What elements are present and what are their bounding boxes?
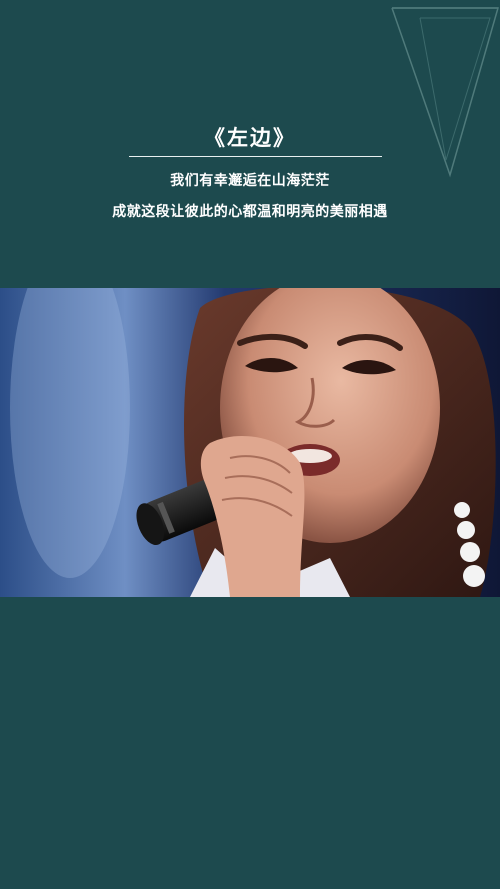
lyrics-header: 《左边》 我们有幸邂逅在山海茫茫 成就这段让彼此的心都温和明亮的美丽相遇 [0,0,500,288]
singer-video-still [0,288,500,597]
lyric-line: 成就这段让彼此的心都温和明亮的美丽相遇 [112,204,388,220]
song-title: 《左边》 [204,126,296,150]
lyric-line: 我们有幸邂逅在山海茫茫 [170,173,330,189]
video-frame[interactable] [0,288,500,597]
title-divider [129,156,382,157]
